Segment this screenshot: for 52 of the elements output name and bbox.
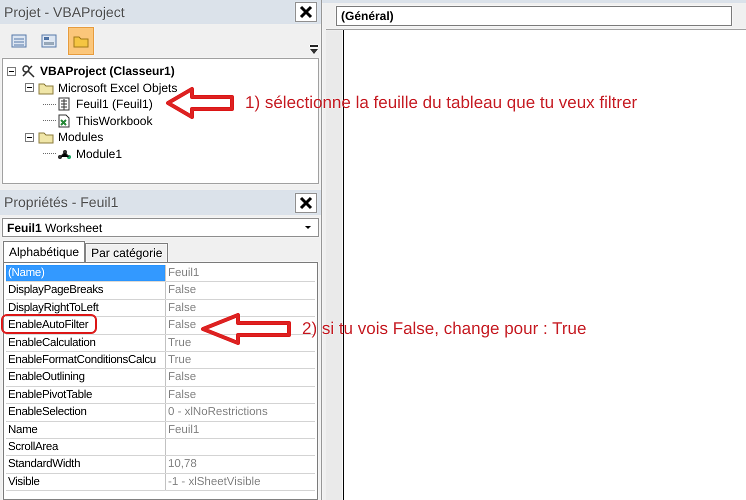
close-button[interactable] bbox=[295, 192, 317, 212]
collapse-icon[interactable] bbox=[7, 66, 16, 76]
property-value[interactable]: -1 - xlSheetVisible bbox=[168, 476, 260, 488]
collapse-icon[interactable] bbox=[25, 132, 34, 142]
property-name[interactable]: Visible bbox=[6, 474, 166, 490]
property-value[interactable]: False bbox=[168, 388, 196, 401]
project-icon bbox=[20, 63, 36, 80]
property-name[interactable]: EnableOutlining bbox=[6, 369, 166, 386]
arrow-icon bbox=[200, 312, 292, 346]
property-value[interactable]: True bbox=[168, 354, 192, 366]
pane-title: Propriétés - Feuil1 bbox=[4, 193, 118, 212]
property-value[interactable]: 0 - xlNoRestrictions bbox=[168, 406, 268, 418]
tab[interactable]: Alphabétique bbox=[3, 241, 86, 262]
close-button[interactable] bbox=[295, 2, 317, 22]
property-name[interactable]: DisplayRightToLeft bbox=[6, 300, 166, 316]
property-value[interactable]: False bbox=[168, 302, 196, 314]
property-name[interactable]: EnableCalculation bbox=[6, 334, 166, 351]
tree-item[interactable]: Module1 bbox=[76, 144, 122, 163]
list-icon bbox=[40, 32, 58, 50]
list-icon bbox=[10, 32, 28, 50]
property-value[interactable]: Feuil1 bbox=[168, 424, 200, 436]
close-icon bbox=[299, 196, 313, 210]
property-name[interactable]: EnableSelection bbox=[6, 404, 166, 421]
property-name[interactable]: EnableAutoFilter bbox=[6, 317, 166, 334]
tree-item[interactable]: Microsoft Excel Objets bbox=[58, 78, 178, 97]
property-name[interactable]: Name bbox=[6, 422, 166, 438]
tree-item[interactable]: VBAProject (Classeur1) bbox=[40, 62, 175, 80]
property-value[interactable]: True bbox=[168, 336, 192, 349]
property-value[interactable]: Feuil1 bbox=[168, 267, 200, 279]
tree-item[interactable]: Modules bbox=[58, 128, 104, 146]
tree-item[interactable]: Feuil1 (Feuil1) bbox=[76, 95, 153, 114]
close-icon bbox=[299, 5, 313, 19]
property-name[interactable]: ScrollArea bbox=[6, 438, 166, 456]
sheet-icon bbox=[56, 96, 72, 112]
object-dropdown[interactable]: Feuil1 Worksheet bbox=[2, 218, 319, 237]
dropdown-arrow-icon bbox=[309, 44, 319, 56]
property-name[interactable]: EnableFormatConditionsCalcu bbox=[6, 352, 166, 368]
pane-title: Projet - VBAProject bbox=[4, 2, 125, 22]
workbook-icon bbox=[56, 112, 72, 129]
property-name[interactable]: EnablePivotTable bbox=[6, 386, 166, 404]
tree-item[interactable]: ThisWorkbook bbox=[76, 112, 152, 130]
property-value[interactable]: False bbox=[168, 319, 196, 332]
property-value[interactable]: 10,78 bbox=[168, 458, 197, 470]
property-value[interactable]: False bbox=[168, 371, 196, 384]
property-name[interactable]: StandardWidth bbox=[6, 456, 166, 473]
toolbar-button[interactable] bbox=[68, 27, 94, 55]
object-dropdown[interactable]: (Général) bbox=[336, 6, 732, 26]
collapse-icon[interactable] bbox=[25, 83, 34, 92]
property-name[interactable]: DisplayPageBreaks bbox=[6, 282, 166, 299]
dropdown-arrow-icon bbox=[305, 226, 311, 229]
tab[interactable]: Par catégorie bbox=[85, 243, 168, 262]
property-value[interactable]: False bbox=[168, 284, 196, 296]
